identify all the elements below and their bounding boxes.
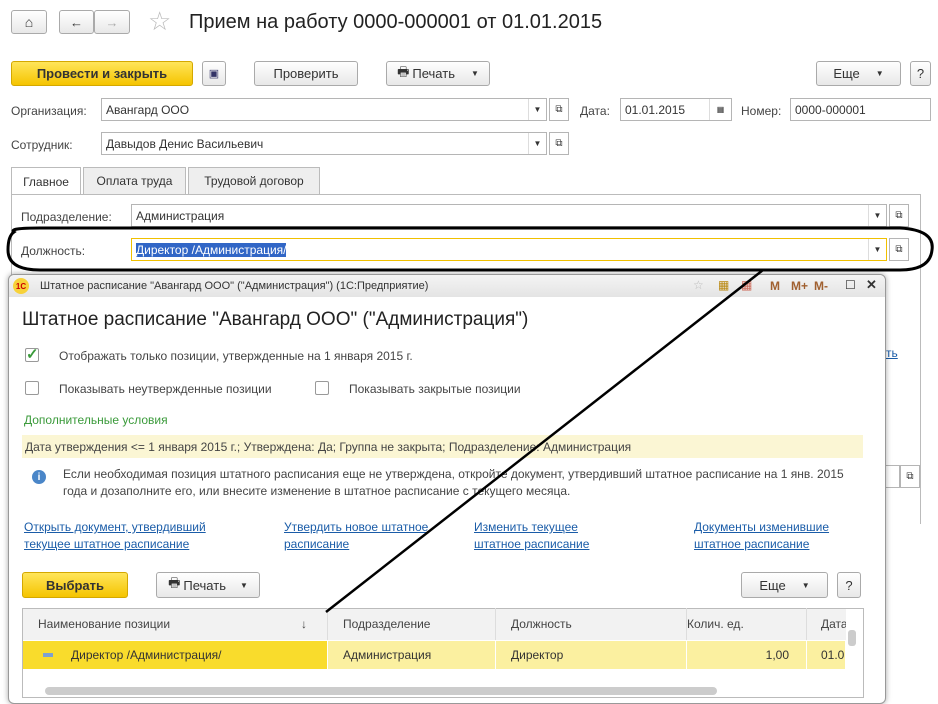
annotation-ellipse — [6, 226, 934, 272]
annotation-overlay — [6, 226, 934, 613]
annotation-line — [325, 269, 764, 613]
